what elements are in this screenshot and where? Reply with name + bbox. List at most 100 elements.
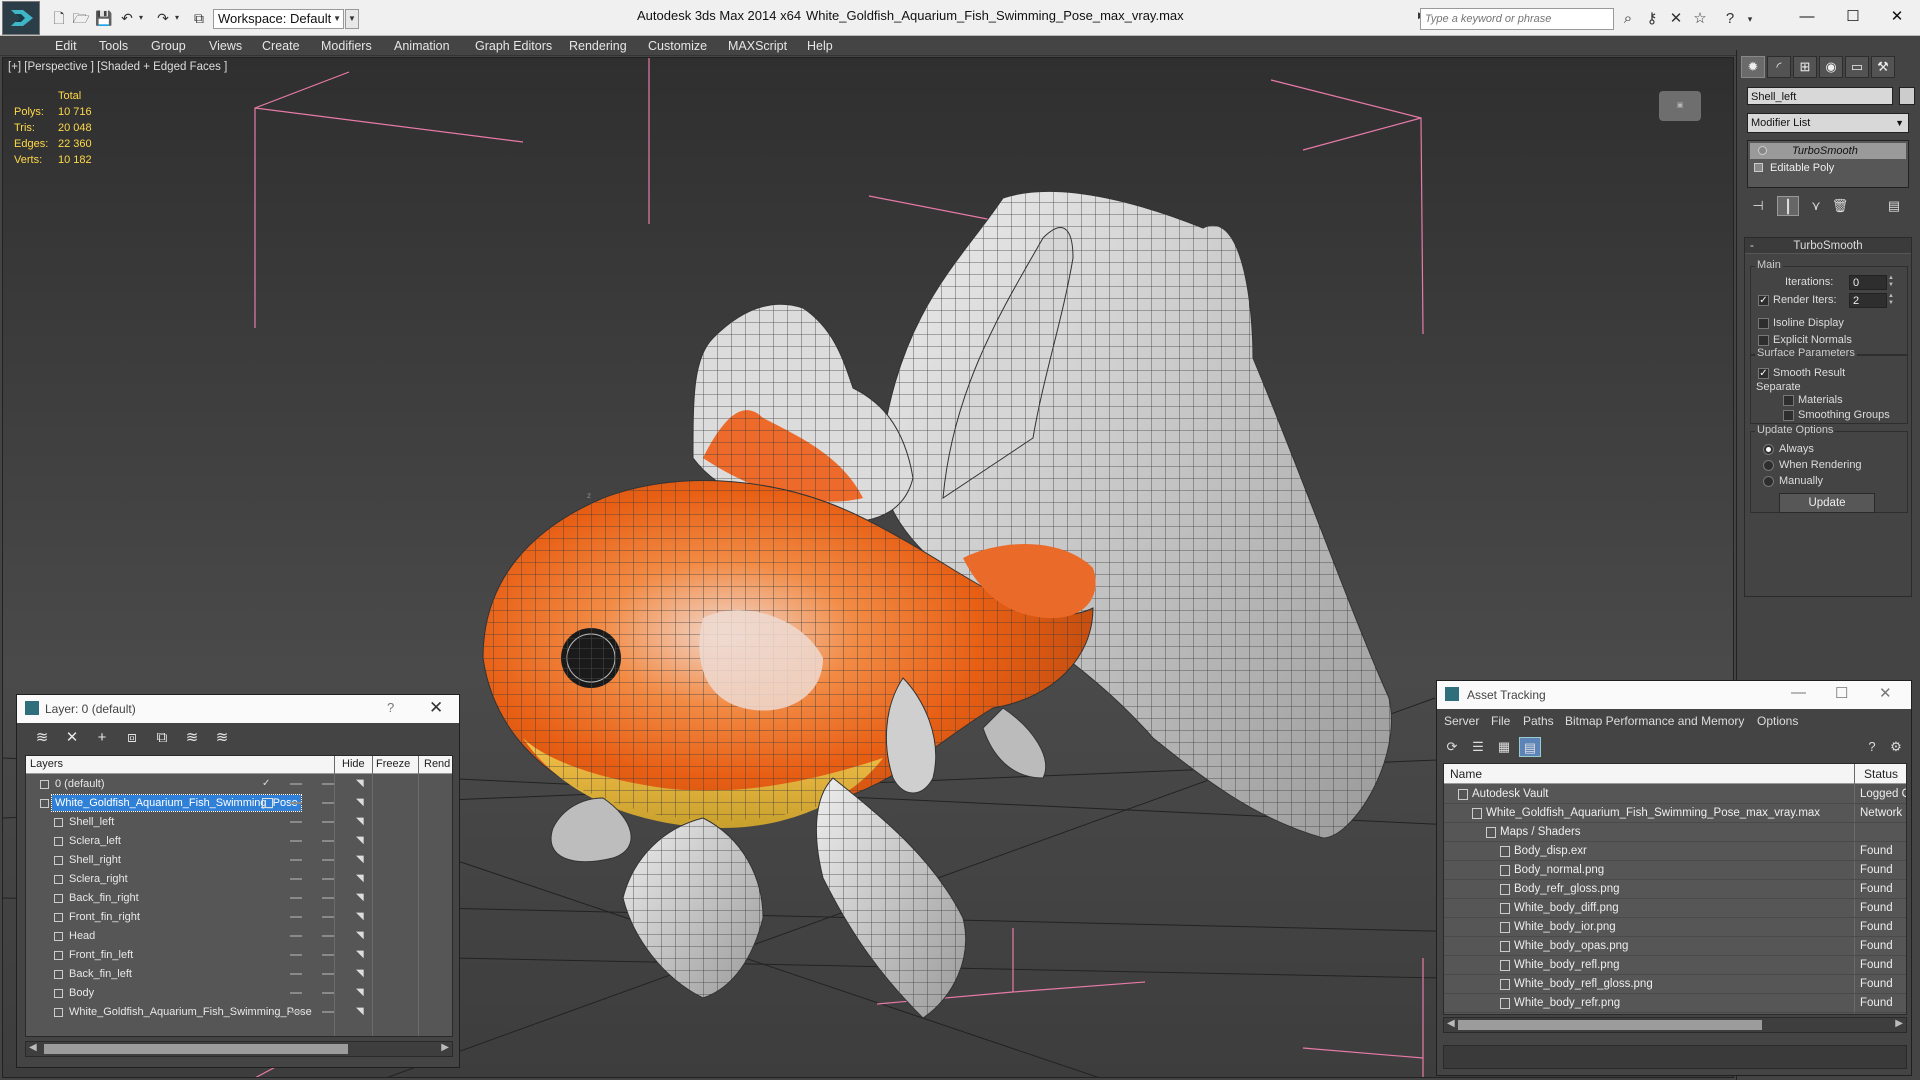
current-layer-check-icon[interactable]: ✓: [262, 779, 273, 789]
freeze-toggle[interactable]: [322, 859, 334, 861]
freeze-toggle[interactable]: [322, 840, 334, 842]
layer-name[interactable]: Head: [66, 928, 98, 944]
remove-modifier-icon[interactable]: 🗑: [1829, 196, 1851, 216]
update-manually-radio[interactable]: [1763, 476, 1774, 487]
rollout-header[interactable]: - TurboSmooth: [1745, 238, 1911, 254]
layer-name[interactable]: White_Goldfish_Aquarium_Fish_Swimming_Po…: [66, 1004, 315, 1020]
show-end-result-icon[interactable]: ┃: [1777, 196, 1799, 216]
smooth-result-checkbox[interactable]: ✓: [1758, 368, 1769, 379]
hide-toggle[interactable]: [290, 859, 302, 861]
layer-row[interactable]: White_Goldfish_Aquarium_Fish_Swimming_Po…: [26, 794, 452, 813]
layer-object-row[interactable]: Body ◥: [26, 984, 452, 1003]
create-tab-sun-icon[interactable]: ✹: [1741, 56, 1765, 78]
asset-row[interactable]: White_body_opas.png Found: [1444, 937, 1906, 956]
layer-object-row[interactable]: Shell_right ◥: [26, 851, 452, 870]
utilities-tab-icon[interactable]: ⚒: [1871, 56, 1895, 78]
create-layer-icon[interactable]: ≋: [31, 727, 53, 749]
column-render[interactable]: Rend: [424, 758, 450, 770]
render-teapot-icon[interactable]: ◥: [356, 874, 367, 884]
menu-edit[interactable]: Edit: [55, 39, 77, 53]
modify-tab-icon[interactable]: ◜: [1767, 56, 1791, 78]
iterations-spinner[interactable]: 0: [1849, 275, 1887, 290]
maximize-button[interactable]: ☐: [1830, 4, 1876, 30]
favorites-star-icon[interactable]: ☆: [1690, 10, 1710, 28]
menu-customize[interactable]: Customize: [648, 39, 707, 53]
binoculars-search-icon[interactable]: ⌕: [1618, 10, 1638, 28]
layer-object-row[interactable]: Front_fin_left ◥: [26, 946, 452, 965]
table-view-icon[interactable]: ▤: [1519, 737, 1541, 757]
search-input[interactable]: [1421, 9, 1613, 29]
explicit-normals-checkbox[interactable]: [1758, 335, 1769, 346]
layers-horizontal-scrollbar[interactable]: ◀ ▶: [25, 1041, 453, 1057]
menu-maxscript[interactable]: MAXScript: [728, 39, 787, 53]
open-file-icon[interactable]: 🗁: [72, 9, 90, 27]
asset-row[interactable]: Body_refr_gloss.png Found: [1444, 880, 1906, 899]
set-current-layer-box[interactable]: [262, 798, 273, 808]
refresh-icon[interactable]: ⟳: [1441, 737, 1463, 757]
freeze-toggle[interactable]: [322, 783, 334, 785]
project-folder-icon[interactable]: ⧉: [190, 9, 208, 27]
menu-help[interactable]: Help: [807, 39, 833, 53]
asset-menu-paths[interactable]: Paths: [1523, 714, 1554, 728]
freeze-toggle[interactable]: [322, 897, 334, 899]
scroll-left-icon[interactable]: ◀: [1447, 1018, 1455, 1029]
isoline-display-checkbox[interactable]: [1758, 318, 1769, 329]
motion-tab-icon[interactable]: ◉: [1819, 56, 1843, 78]
render-teapot-icon[interactable]: ◥: [356, 779, 367, 789]
viewport-label[interactable]: [+] [Perspective ] [Shaded + Edged Faces…: [8, 61, 227, 73]
layer-name[interactable]: Back_fin_right: [66, 890, 142, 906]
display-tab-icon[interactable]: ▭: [1845, 56, 1869, 78]
highlight-editor-icon[interactable]: ⚙: [1885, 737, 1907, 757]
layer-name[interactable]: Front_fin_right: [66, 909, 143, 925]
help-icon[interactable]: ?: [1720, 10, 1740, 28]
asset-row[interactable]: Maps / Shaders: [1444, 823, 1906, 842]
help-icon[interactable]: ?: [1861, 737, 1883, 757]
asset-row[interactable]: Body_disp.exr Found: [1444, 842, 1906, 861]
hide-toggle[interactable]: [290, 935, 302, 937]
add-to-layer-icon[interactable]: +: [91, 727, 113, 749]
modifier-list-dropdown[interactable]: Modifier List ▼: [1747, 113, 1909, 133]
freeze-toggle[interactable]: [322, 878, 334, 880]
freeze-toggle[interactable]: [322, 973, 334, 975]
key-icon[interactable]: ⚷: [1642, 10, 1662, 28]
scroll-right-icon[interactable]: ▶: [441, 1042, 449, 1053]
layer-name[interactable]: Sclera_right: [66, 871, 131, 887]
asset-row[interactable]: White_body_refr.png Found: [1444, 994, 1906, 1013]
update-when-rendering-radio[interactable]: [1763, 460, 1774, 471]
stack-item-turbosmooth[interactable]: TurboSmooth: [1750, 143, 1906, 159]
layer-object-row[interactable]: Sclera_left ◥: [26, 832, 452, 851]
hide-toggle[interactable]: [290, 1011, 302, 1013]
app-logo-button[interactable]: [2, 1, 40, 35]
object-color-swatch[interactable]: [1899, 87, 1915, 105]
layer-object-row[interactable]: Front_fin_right ◥: [26, 908, 452, 927]
layer-object-row[interactable]: Shell_left ◥: [26, 813, 452, 832]
render-teapot-icon[interactable]: ◥: [356, 950, 367, 960]
configure-modifier-sets-icon[interactable]: ▤: [1883, 196, 1905, 216]
column-freeze[interactable]: Freeze: [376, 758, 410, 770]
asset-menu-bitmap-performance[interactable]: Bitmap Performance and Memory: [1565, 714, 1744, 728]
layer-object-row[interactable]: Sclera_right ◥: [26, 870, 452, 889]
render-iters-checkbox[interactable]: ✓: [1758, 295, 1769, 306]
freeze-unfreeze-all-icon[interactable]: ≋: [211, 727, 233, 749]
hide-toggle[interactable]: [290, 783, 302, 785]
menu-views[interactable]: Views: [209, 39, 242, 53]
layer-object-row[interactable]: Back_fin_left ◥: [26, 965, 452, 984]
workspace-dropdown[interactable]: Workspace: Default ▼: [213, 9, 344, 29]
render-teapot-icon[interactable]: ◥: [356, 1007, 367, 1017]
minimize-button[interactable]: —: [1791, 684, 1806, 701]
thumbnail-view-icon[interactable]: ▦: [1493, 737, 1515, 757]
asset-row[interactable]: White_Goldfish_Aquarium_Fish_Swimming_Po…: [1444, 804, 1906, 823]
freeze-toggle[interactable]: [322, 992, 334, 994]
menu-create[interactable]: Create: [262, 39, 300, 53]
menu-rendering[interactable]: Rendering: [569, 39, 627, 53]
scroll-left-icon[interactable]: ◀: [29, 1042, 37, 1053]
exchange-icon[interactable]: ✕: [1666, 10, 1686, 28]
layer-name[interactable]: Back_fin_left: [66, 966, 135, 982]
asset-row[interactable]: Body_normal.png Found: [1444, 861, 1906, 880]
make-unique-icon[interactable]: ⋎: [1805, 196, 1827, 216]
asset-dialog-titlebar[interactable]: Asset Tracking — ☐ ✕: [1437, 681, 1911, 709]
layer-row[interactable]: 0 (default) ✓ ◥: [26, 775, 452, 794]
spinner-arrows-icon[interactable]: ▲ ▼: [1888, 293, 1896, 308]
render-teapot-icon[interactable]: ◥: [356, 798, 367, 808]
close-icon[interactable]: ✕: [429, 698, 443, 718]
